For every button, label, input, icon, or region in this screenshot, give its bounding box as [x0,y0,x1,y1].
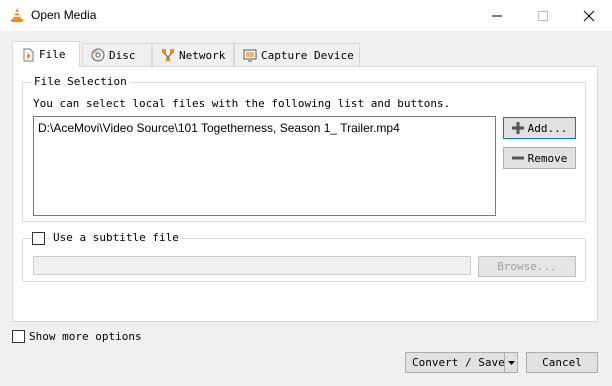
file-selection-title: File Selection [31,75,130,88]
plus-icon [511,122,524,134]
tab-disc-label: Disc [109,48,136,62]
tab-file[interactable]: File [12,41,80,67]
subtitle-checkbox[interactable] [32,232,45,245]
minimize-button[interactable] [474,0,520,31]
browse-button-label: Browse... [497,260,557,273]
minus-icon [511,152,524,164]
tab-capture-device[interactable]: Capture Device [234,43,360,66]
subtitle-checkbox-label[interactable]: Use a subtitle file [50,231,182,244]
tab-capture-device-label: Capture Device [261,48,354,62]
maximize-button[interactable] [520,0,566,31]
cancel-button-label: Cancel [542,356,582,369]
show-more-options-label[interactable]: Show more options [29,330,142,343]
disc-icon [91,48,105,62]
remove-button[interactable]: Remove [503,147,576,169]
close-button[interactable] [566,0,612,31]
tab-network[interactable]: Network [152,43,234,66]
tab-file-label: File [39,48,66,61]
file-selection-hint: You can select local files with the foll… [33,97,451,110]
tab-network-label: Network [179,48,226,62]
convert-save-label: Convert / Save [412,356,505,369]
title-bar: Open Media [0,0,612,31]
file-icon [21,48,35,62]
remove-button-label: Remove [527,151,568,165]
capture-device-icon [243,48,257,62]
network-icon [161,48,175,62]
subtitle-path-input [33,256,471,275]
vlc-cone-icon [9,7,25,23]
window-title: Open Media [31,8,97,22]
list-item[interactable]: D:\AceMovi\Video Source\101 Togetherness… [38,121,400,135]
close-icon [583,10,595,21]
add-button[interactable]: Add... [503,117,576,139]
cancel-button[interactable]: Cancel [526,352,598,373]
show-more-options-checkbox[interactable] [12,330,25,343]
convert-save-button[interactable]: Convert / Save [405,352,518,373]
browse-button: Browse... [478,256,576,277]
chevron-down-icon [507,360,515,365]
add-button-label: Add... [527,121,568,135]
tab-disc[interactable]: Disc [82,43,152,66]
convert-dropdown-arrow[interactable] [504,353,517,372]
file-list[interactable]: D:\AceMovi\Video Source\101 Togetherness… [33,116,496,216]
